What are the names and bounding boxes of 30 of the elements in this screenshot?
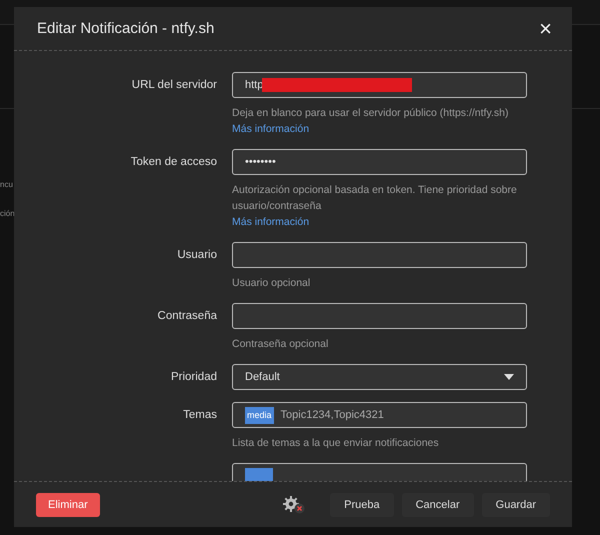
help-text: Contraseña opcional: [232, 337, 330, 352]
input-field[interactable]: ••••••••: [232, 149, 527, 175]
dialog-title: Editar Notificación - ntfy.sh: [37, 20, 214, 37]
field-label: Temas: [183, 409, 217, 421]
gear-icon[interactable]: [282, 494, 306, 514]
background-text: ción: [0, 209, 15, 218]
footer-button[interactable]: Guardar: [482, 492, 550, 516]
help-text: Autorización opcional basada en token. Tiene prioridad sobre usuario/contraseña: [232, 183, 518, 214]
more-info-link[interactable]: Más información: [232, 121, 527, 137]
topics-field[interactable]: media Topic1234,Topic4321: [232, 402, 527, 428]
field-label: URL del servidor: [132, 79, 217, 91]
help-text: Lista de temas a la que enviar notificaciones: [232, 436, 440, 451]
help-text: Deja en blanco para usar el servidor público (https://ntfy.sh): [232, 106, 510, 121]
field-label: Token de acceso: [130, 156, 217, 168]
footer-button[interactable]: Prueba: [330, 492, 394, 516]
close-button[interactable]: ×: [537, 18, 554, 40]
caret-icon: [504, 374, 514, 380]
tag-chip: [245, 468, 273, 481]
field-label: Usuario: [177, 249, 217, 261]
delete-button[interactable]: Eliminar: [36, 492, 100, 516]
input-field[interactable]: [232, 242, 527, 268]
help-text: Usuario opcional: [232, 276, 312, 291]
field-label: Prioridad: [170, 371, 217, 383]
background-text: ncu: [0, 180, 14, 189]
priority-dropdown[interactable]: Default: [232, 364, 527, 390]
tag-chip: media: [245, 406, 274, 424]
field-label: Contraseña: [158, 310, 217, 322]
footer-button[interactable]: Cancelar: [402, 492, 474, 516]
input-field[interactable]: [232, 303, 527, 329]
more-info-link[interactable]: Más información: [232, 214, 527, 230]
